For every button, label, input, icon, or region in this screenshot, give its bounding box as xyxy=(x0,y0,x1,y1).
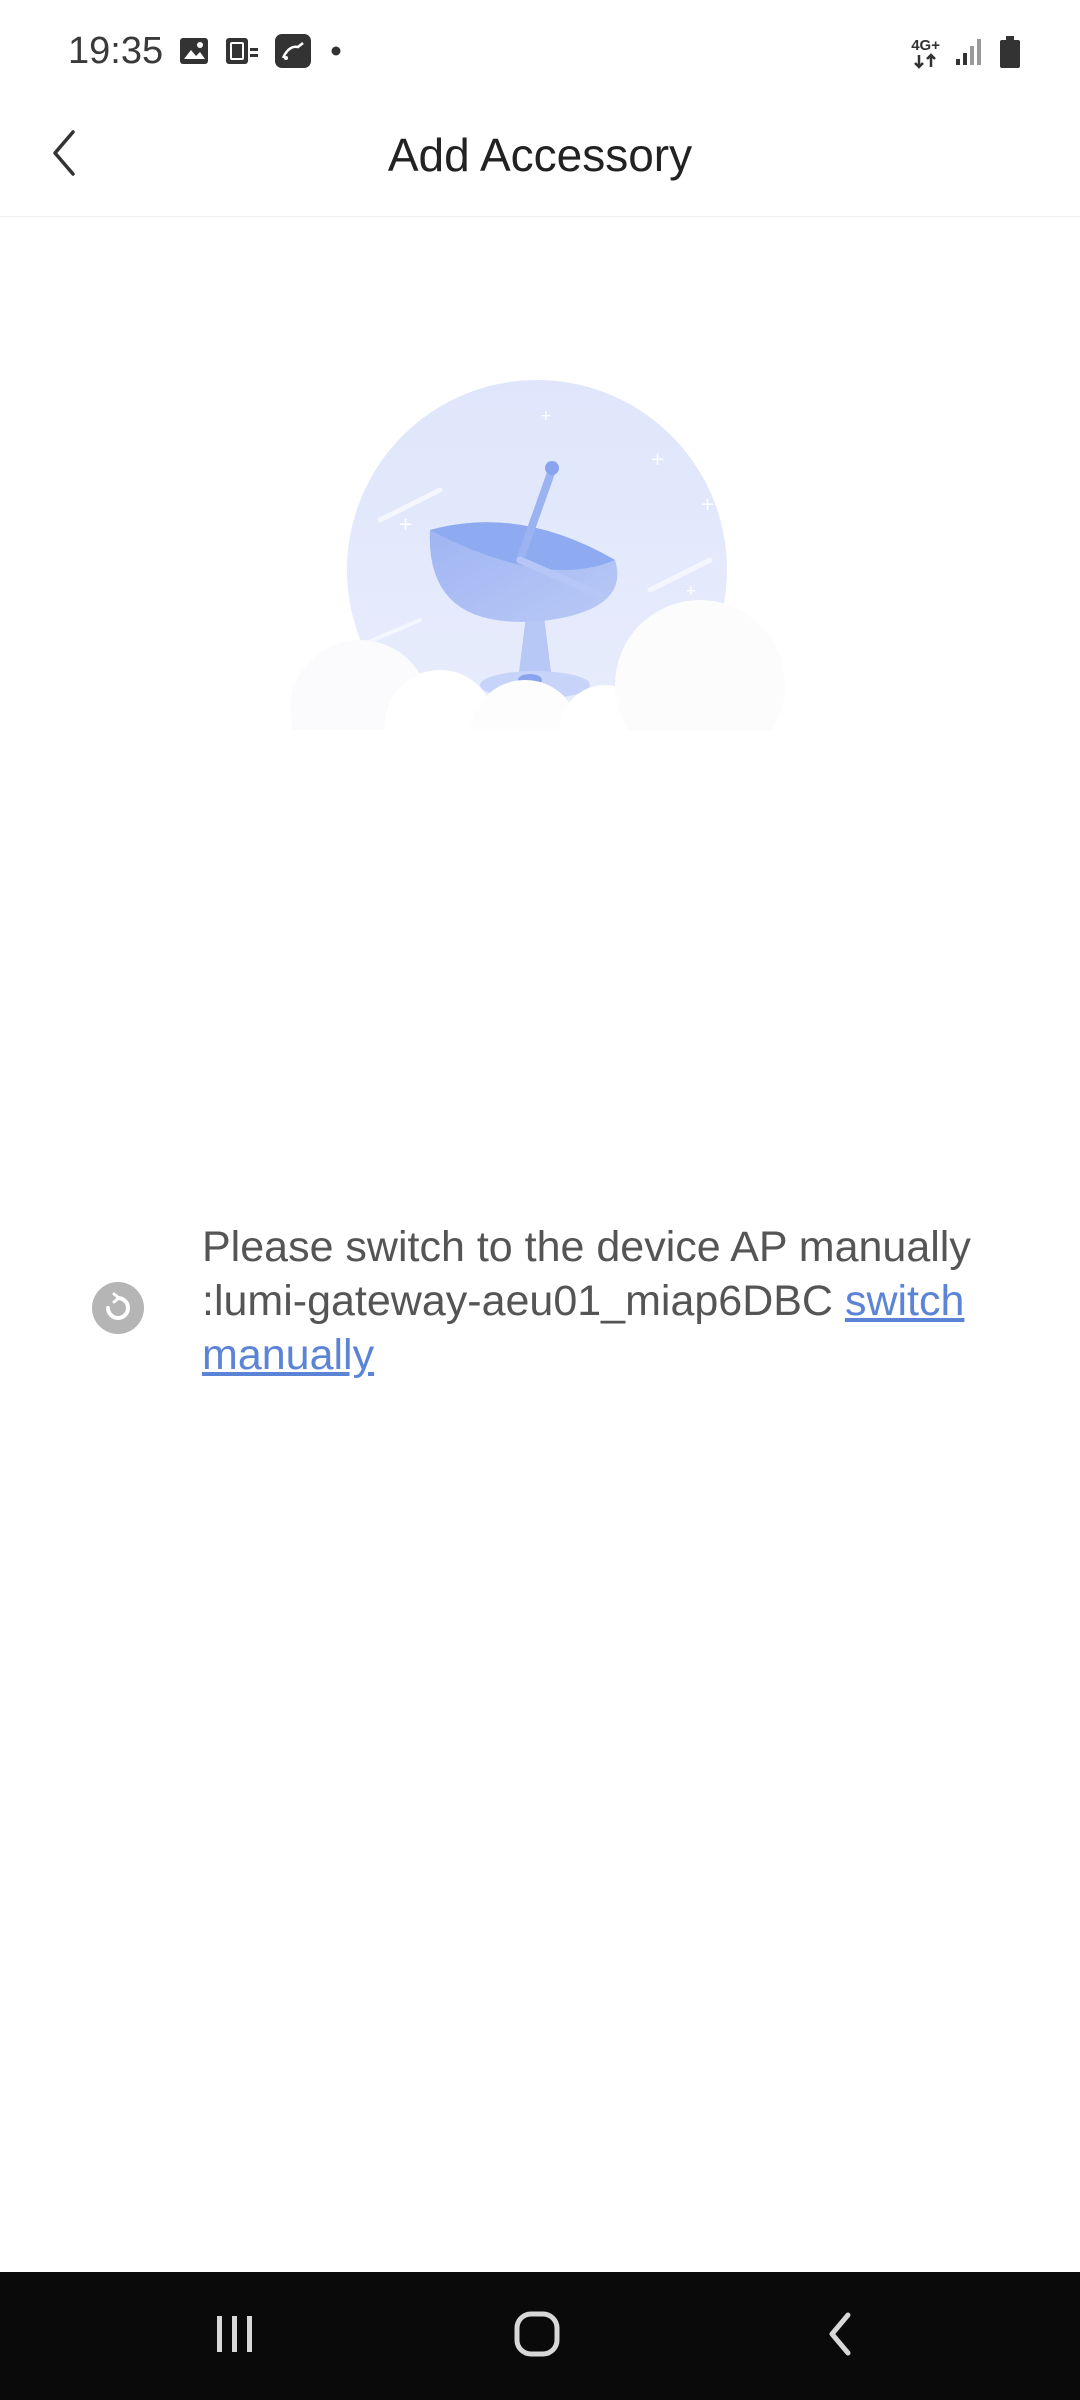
cast-icon xyxy=(274,33,312,74)
recent-apps-button[interactable] xyxy=(135,2272,335,2400)
gallery-icon xyxy=(178,35,210,72)
network-type-icon: 4G+ xyxy=(911,37,940,69)
network-type-label: 4G+ xyxy=(911,37,940,54)
recent-apps-icon xyxy=(212,2312,258,2361)
screen: 19:35 4G+ Add Accessory + + + + + Please… xyxy=(0,0,1080,2400)
home-icon xyxy=(512,2309,562,2364)
status-time: 19:35 xyxy=(68,30,164,72)
status-bar: 19:35 4G+ xyxy=(0,0,1080,100)
status-icons-right: 4G+ xyxy=(911,34,1022,74)
svg-text:+: + xyxy=(650,449,665,470)
signal-icon xyxy=(954,37,984,72)
svg-text:+: + xyxy=(685,583,697,599)
page-title: Add Accessory xyxy=(387,129,693,181)
dot-icon xyxy=(326,41,346,66)
message-text: Please switch to the device AP manually … xyxy=(202,1220,1042,1382)
back-nav-button[interactable] xyxy=(740,2272,940,2400)
loading-icon xyxy=(90,1280,146,1336)
sim-card-icon xyxy=(224,34,260,73)
header: Add Accessory xyxy=(0,100,1080,217)
satellite-dish-illustration: + + + + + xyxy=(290,380,800,790)
svg-text:+: + xyxy=(398,514,413,535)
home-button[interactable] xyxy=(437,2272,637,2400)
back-icon xyxy=(820,2309,860,2364)
navigation-bar xyxy=(0,2272,1080,2400)
svg-text:+: + xyxy=(540,408,552,424)
battery-icon xyxy=(998,35,1022,74)
status-icons-left xyxy=(178,33,346,73)
svg-text:+: + xyxy=(700,494,715,515)
